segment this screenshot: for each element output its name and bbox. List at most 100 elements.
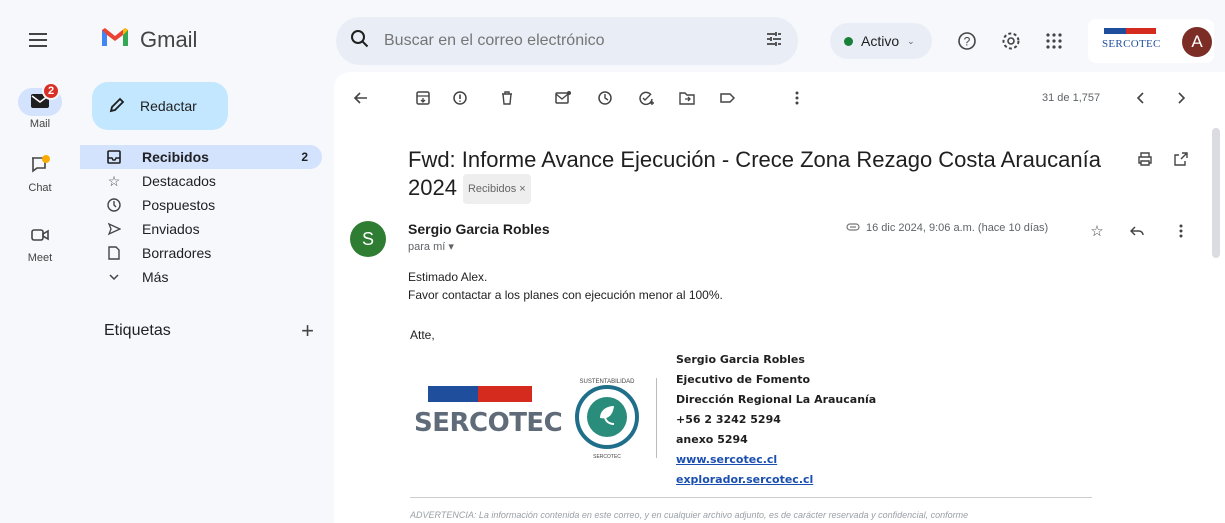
- app-name: Gmail: [140, 26, 198, 52]
- move-to-icon[interactable]: [678, 89, 696, 107]
- sender-avatar[interactable]: S: [350, 221, 386, 257]
- rail-label-mail: Mail: [29, 118, 51, 130]
- gmail-logo[interactable]: Gmail: [100, 26, 197, 53]
- search-input[interactable]: [384, 32, 750, 50]
- pencil-icon: [108, 96, 126, 117]
- rail-item-chat[interactable]: Chat: [0, 152, 80, 194]
- video-icon: [30, 227, 50, 246]
- nav-label: Borradores: [142, 245, 212, 261]
- signature-block: Sergio Garcia Robles Ejecutivo de Foment…: [676, 350, 876, 490]
- nav-item-inbox[interactable]: Recibidos 2: [80, 145, 322, 169]
- closing-text: Atte,: [410, 328, 435, 342]
- recipient-text: para mí: [408, 241, 446, 253]
- mail-badge: 2: [42, 82, 60, 100]
- label-chip[interactable]: Recibidos ×: [462, 174, 531, 205]
- status-selector[interactable]: Activo ⌄: [830, 23, 932, 59]
- sercotec-signature-logo: SERCOTEC: [414, 384, 563, 448]
- compose-button[interactable]: Redactar: [92, 82, 228, 130]
- gmail-m-icon: [100, 26, 130, 53]
- sig-link-explorer[interactable]: explorador.sercotec.cl: [676, 473, 813, 486]
- status-label: Activo: [861, 33, 900, 49]
- delete-icon[interactable]: [498, 89, 516, 107]
- search-icon[interactable]: [350, 29, 370, 54]
- apps-grid-icon[interactable]: [1043, 30, 1065, 52]
- nav-item-drafts[interactable]: Borradores: [80, 241, 326, 265]
- sig-link-website[interactable]: www.sercotec.cl: [676, 453, 777, 466]
- nav-label: Recibidos: [142, 149, 209, 165]
- chat-icon: [29, 154, 51, 178]
- divider: [410, 497, 1092, 498]
- message-toolbar: 31 de 1,757: [334, 72, 1225, 122]
- help-icon[interactable]: ?: [956, 30, 978, 52]
- labels-title: Etiquetas: [104, 322, 171, 339]
- sig-phone: +56 2 3242 5294: [676, 413, 781, 426]
- folder-nav: Recibidos 2 ☆ Destacados Pospuestos Envi…: [80, 145, 326, 289]
- rail-item-mail[interactable]: 2 Mail: [0, 82, 80, 130]
- more-vert-icon[interactable]: [1172, 222, 1190, 240]
- add-label-icon[interactable]: +: [301, 318, 314, 344]
- star-icon[interactable]: ☆: [1088, 222, 1106, 240]
- label-icon[interactable]: [718, 89, 736, 107]
- email-body: Estimado Alex. Favor contactar a los pla…: [408, 268, 723, 304]
- app-rail: 2 Mail Chat Meet: [0, 0, 80, 523]
- main-menu-icon[interactable]: [26, 28, 50, 52]
- email-date: 16 dic 2024, 9:06 a.m. (hace 10 días): [846, 222, 1048, 234]
- send-icon: [106, 221, 122, 237]
- search-bar: [336, 17, 798, 65]
- chevron-down-icon: ⌄: [907, 35, 915, 46]
- seal-text-top: SUSTENTABILIDAD: [580, 379, 636, 385]
- next-icon[interactable]: [1172, 89, 1190, 107]
- settings-icon[interactable]: [1000, 30, 1022, 52]
- date-text: 16 dic 2024, 9:06 a.m. (hace 10 días): [866, 222, 1049, 234]
- inbox-icon: [106, 149, 122, 165]
- nav-item-sent[interactable]: Enviados: [80, 217, 326, 241]
- report-spam-icon[interactable]: [451, 89, 469, 107]
- inbox-count: 2: [301, 150, 308, 164]
- brand-logo-text: SERCOTEC: [1102, 38, 1161, 50]
- back-arrow-icon[interactable]: [352, 89, 370, 107]
- body-line: Favor contactar a los planes con ejecuci…: [408, 288, 723, 302]
- attachment-icon: [846, 222, 860, 234]
- seal-text-bottom: SERCOTEC: [593, 454, 621, 460]
- sig-role: Ejecutivo de Fomento: [676, 373, 811, 386]
- caret-down-icon: ▾: [448, 241, 454, 253]
- recipient-dropdown[interactable]: para mí ▾: [408, 240, 454, 253]
- nav-item-more[interactable]: Más: [80, 265, 326, 289]
- legal-warning: ADVERTENCIA: La información contenida en…: [410, 510, 969, 520]
- mark-unread-icon[interactable]: [554, 89, 572, 107]
- sig-office: Dirección Regional La Araucanía: [676, 393, 877, 406]
- more-vert-icon[interactable]: [788, 89, 806, 107]
- clock-icon: [106, 197, 122, 213]
- chevron-down-icon: [106, 269, 122, 285]
- nav-item-starred[interactable]: ☆ Destacados: [80, 169, 326, 193]
- svg-text:?: ?: [964, 35, 971, 49]
- account-avatar[interactable]: A: [1182, 27, 1212, 57]
- snooze-icon[interactable]: [596, 89, 614, 107]
- compose-label: Redactar: [140, 98, 197, 114]
- draft-icon: [106, 245, 122, 261]
- star-icon: ☆: [107, 172, 121, 189]
- nav-item-snoozed[interactable]: Pospuestos: [80, 193, 326, 217]
- status-dot: [844, 36, 853, 46]
- reading-pane: 31 de 1,757 Fwd: Informe Avance Ejecució…: [334, 72, 1225, 523]
- rail-label-meet: Meet: [27, 252, 53, 264]
- rail-label-chat: Chat: [28, 182, 52, 194]
- signature-divider: [656, 378, 657, 458]
- sender-name[interactable]: Sergio Garcia Robles: [408, 221, 550, 237]
- search-options-icon[interactable]: [764, 29, 784, 54]
- prev-icon[interactable]: [1132, 89, 1150, 107]
- sig-logo-text: SERCOTEC: [414, 408, 563, 438]
- print-icon[interactable]: [1136, 150, 1154, 168]
- scrollbar-thumb[interactable]: [1212, 128, 1220, 258]
- open-new-window-icon[interactable]: [1172, 150, 1190, 168]
- gmail-app: 2 Mail Chat Meet Gmail Redactar Recibido…: [0, 0, 1225, 523]
- add-task-icon[interactable]: [638, 89, 656, 107]
- sig-name: Sergio Garcia Robles: [676, 353, 805, 366]
- body-line: Estimado Alex.: [408, 270, 488, 284]
- rail-item-meet[interactable]: Meet: [0, 222, 80, 264]
- sustainability-seal: SUSTENTABILIDAD SERCOTEC: [575, 379, 639, 460]
- nav-label: Pospuestos: [142, 197, 216, 213]
- archive-icon[interactable]: [414, 89, 432, 107]
- reply-icon[interactable]: [1128, 222, 1146, 240]
- nav-label: Enviados: [142, 221, 200, 237]
